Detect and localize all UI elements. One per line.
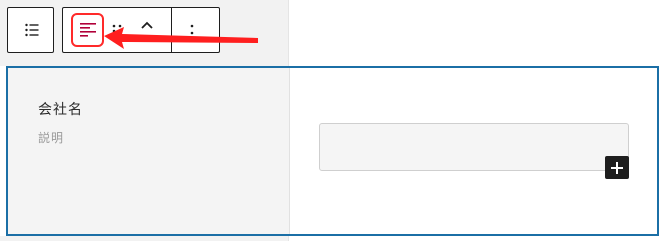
list-view-button[interactable]: [7, 7, 54, 53]
add-block-button[interactable]: [605, 156, 629, 179]
right-column-bg-top: [288, 0, 666, 66]
text-align-icon: [79, 23, 96, 37]
company-name-input[interactable]: [319, 123, 629, 171]
list-view-icon: [25, 23, 39, 37]
field-label-column: 会社名 説明: [8, 68, 290, 234]
left-column-bg-bottom: [0, 236, 288, 241]
form-field-block[interactable]: 会社名 説明: [6, 66, 659, 236]
field-label: 会社名: [38, 102, 83, 118]
plus-icon: [611, 161, 623, 174]
annotation-arrow: [104, 27, 258, 49]
field-description: 説明: [38, 131, 65, 145]
right-column-bg-bottom: [288, 236, 666, 241]
